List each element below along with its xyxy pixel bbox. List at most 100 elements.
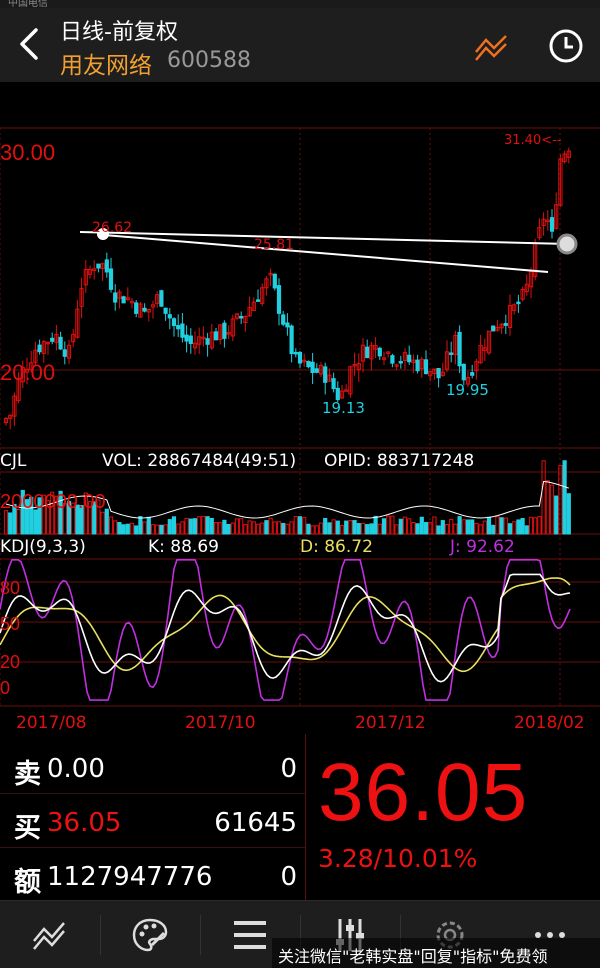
kline-chart[interactable]: 30.00 20.00 26.62 25.81 19.13 19.95 31.4… — [0, 82, 600, 734]
volume-bar — [226, 523, 231, 535]
volume-bar — [201, 515, 206, 535]
volume-bar — [566, 493, 571, 535]
volume-bar — [125, 523, 130, 535]
volume-bar — [163, 524, 168, 535]
candle-body — [407, 354, 412, 363]
volume-bar — [335, 520, 340, 535]
annotation-mid-high: 25.81 — [254, 237, 294, 253]
volume-bar — [171, 516, 177, 535]
volume-bar — [474, 522, 479, 535]
amount-value: 1127947776 — [47, 862, 213, 892]
volume-bar — [373, 515, 378, 535]
volume-bar — [318, 522, 324, 535]
candle-body — [37, 344, 42, 353]
candle-body — [549, 217, 555, 232]
volume-bar — [512, 521, 517, 535]
volume-bar — [159, 524, 164, 535]
sell-row[interactable]: 卖 0.00 0 — [0, 740, 305, 794]
last-price: 36.05 — [318, 747, 529, 838]
volume-bar — [432, 516, 437, 535]
volume-bar — [234, 518, 240, 535]
volume-bar — [554, 495, 559, 535]
volume-bar — [516, 519, 521, 535]
volume-bar — [180, 521, 185, 535]
volume-bar — [293, 516, 298, 535]
candle-body — [436, 367, 441, 379]
candle-body — [50, 337, 55, 342]
volume-bar — [377, 523, 382, 535]
volume-bar — [285, 523, 290, 535]
volume-bar — [239, 518, 244, 535]
header: 日线-前复权 用友网络 600588 — [0, 8, 600, 82]
candle-body — [390, 355, 395, 364]
volume-bar — [33, 509, 38, 535]
kdj-axis-50: 50 — [0, 614, 20, 634]
volume-axis-label: 2000000.00 — [0, 491, 106, 513]
volume-bar — [537, 516, 542, 535]
volume-bar — [121, 524, 126, 535]
clock-icon[interactable] — [546, 26, 586, 66]
volume-bar — [323, 517, 328, 535]
volume-bar — [562, 460, 567, 535]
kdj-d-line — [0, 577, 571, 673]
volume-bar — [411, 522, 416, 535]
candle-body — [457, 331, 462, 367]
volume-bar — [260, 522, 265, 535]
sell-volume: 0 — [280, 754, 297, 784]
candle-body — [188, 335, 193, 344]
buy-row[interactable]: 买 36.05 61645 — [0, 794, 305, 848]
volume-bar — [222, 519, 227, 535]
candle-body — [113, 292, 118, 303]
volume-bar — [331, 519, 336, 535]
candle-body — [470, 372, 475, 376]
volume-bar — [440, 520, 445, 535]
volume-bar — [390, 515, 395, 535]
kdj-axis-0: 0 — [0, 678, 10, 698]
volume-bar — [247, 520, 252, 535]
drawing-line-icon — [33, 922, 65, 950]
candle-body — [184, 334, 189, 342]
volume-bar — [344, 520, 349, 535]
amount-label: 额 — [14, 867, 41, 898]
candle-body — [491, 325, 496, 332]
date-label-2: 2017/10 — [185, 713, 256, 733]
palette-button[interactable] — [100, 901, 200, 968]
volume-bar — [386, 515, 391, 535]
volume-bar — [255, 523, 261, 535]
candle-body — [293, 351, 298, 355]
quote-divider — [305, 734, 306, 900]
date-label-4: 2018/02 — [514, 713, 585, 733]
candle-body — [96, 263, 101, 269]
volume-bar — [356, 523, 361, 535]
volume-bar — [230, 522, 235, 535]
candle-body — [205, 338, 210, 345]
drawing-tool-icon[interactable] — [472, 28, 512, 64]
volume-bar — [306, 523, 311, 535]
volume-bar — [457, 516, 462, 535]
trend-line-upper[interactable] — [79, 231, 569, 245]
candle-body — [255, 299, 261, 302]
volume-bar — [339, 525, 345, 535]
kdj-d-value: D: 86.72 — [300, 537, 373, 557]
annotation-high: 26.62 — [92, 220, 132, 236]
volume-label: CJL — [0, 451, 27, 471]
volume-bar — [310, 525, 315, 535]
volume-bar — [272, 521, 277, 535]
price-axis-top-label: 30.00 — [0, 140, 55, 165]
volume-bar — [243, 524, 248, 535]
volume-bar — [444, 524, 450, 535]
trend-line-lower[interactable] — [103, 234, 549, 273]
drawing-tools-button[interactable] — [0, 901, 100, 968]
volume-bar — [104, 508, 109, 535]
volume-bar — [549, 484, 555, 535]
amount-row[interactable]: 额 1127947776 0 — [0, 848, 305, 902]
volume-bar — [486, 516, 492, 535]
candle-body — [213, 331, 219, 341]
back-icon[interactable] — [12, 22, 46, 66]
candle-body — [171, 318, 177, 327]
trend-line-end-handle[interactable] — [556, 233, 578, 255]
volume-bar — [213, 522, 219, 535]
volume-bar — [533, 517, 538, 535]
candle-body — [239, 315, 244, 319]
volume-bar — [398, 518, 403, 535]
